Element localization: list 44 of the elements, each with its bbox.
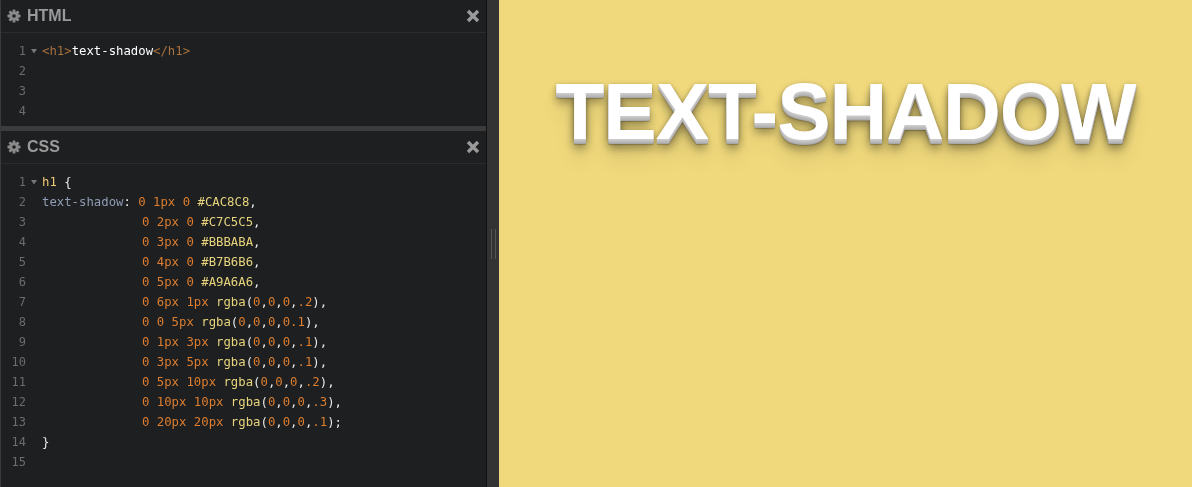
code-line: 0 0 5px rgba(0,0,0,0.1), — [141, 315, 320, 329]
code-line: h1 { — [42, 175, 72, 189]
fold-arrow-icon[interactable] — [31, 179, 37, 185]
line-number: 1 — [17, 44, 26, 58]
line-number: 5 — [17, 255, 26, 269]
line-number: 7 — [17, 295, 26, 309]
line-number: 2 — [17, 195, 26, 209]
panel-title: CSS — [27, 138, 61, 156]
code-line: 0 4px 0 #B7B6B6, — [141, 255, 261, 269]
panel-title: HTML — [27, 7, 73, 25]
line-number: 3 — [17, 84, 26, 98]
line-number: 4 — [17, 235, 26, 249]
line-number: 8 — [17, 315, 26, 329]
line-number: 2 — [17, 64, 26, 78]
code-line: 0 3px 5px rgba(0,0,0,.1), — [141, 355, 328, 369]
code-line: 0 6px 1px rgba(0,0,0,.2), — [141, 295, 328, 309]
code-line: text-shadow: 0 1px 0 #CAC8C8, — [42, 195, 257, 209]
code-line: 0 5px 10px rgba(0,0,0,.2), — [141, 375, 335, 389]
resize-handle[interactable] — [486, 0, 499, 487]
line-number: 3 — [17, 215, 26, 229]
line-number: 4 — [17, 104, 26, 118]
code-line: 0 10px 10px rgba(0,0,0,.3), — [141, 395, 342, 409]
code-line: 0 20px 20px rgba(0,0,0,.1); — [141, 415, 342, 429]
settings-icon[interactable] — [7, 9, 21, 23]
code-line: 0 2px 0 #C7C5C5, — [141, 215, 261, 229]
line-number: 13 — [10, 415, 26, 429]
code-line: <h1>text-shadow</h1> — [42, 44, 191, 58]
line-number: 1 — [17, 175, 26, 189]
code-line: 0 3px 0 #BBBABA, — [141, 235, 261, 249]
line-number: 15 — [10, 455, 26, 469]
close-icon[interactable] — [466, 140, 480, 154]
line-number: 6 — [17, 275, 26, 289]
close-icon[interactable] — [466, 9, 480, 23]
code-line: 0 1px 3px rgba(0,0,0,.1), — [141, 335, 328, 349]
preview-heading: TEXT-SHADOW — [555, 72, 1136, 152]
line-number: 11 — [10, 375, 26, 389]
code-line: 0 5px 0 #A9A6A6, — [141, 275, 261, 289]
line-number: 14 — [10, 435, 26, 449]
code-line: } — [42, 435, 50, 449]
fold-arrow-icon[interactable] — [31, 48, 37, 54]
line-number: 12 — [10, 395, 26, 409]
line-number: 10 — [10, 355, 26, 369]
line-number: 9 — [17, 335, 26, 349]
settings-icon[interactable] — [7, 140, 21, 154]
